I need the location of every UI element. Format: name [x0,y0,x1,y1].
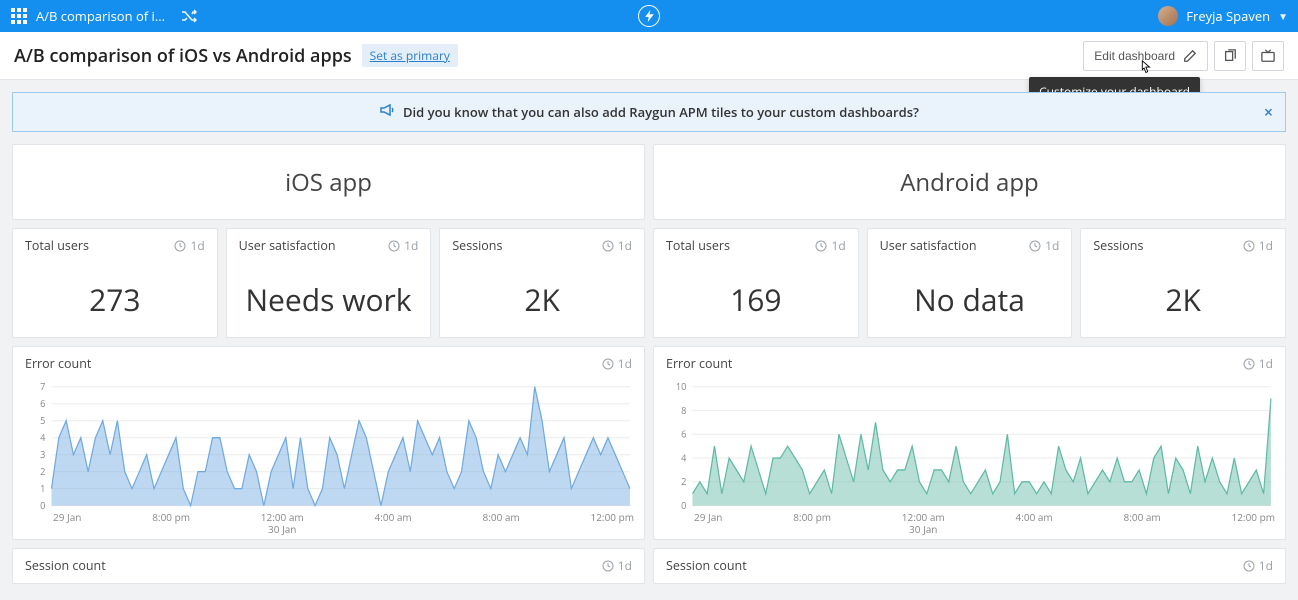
ios-sessions-tile[interactable]: Sessions 1d 2K [439,228,645,338]
svg-text:4: 4 [40,431,46,445]
chart-title: Error count [666,355,732,372]
ios-heading: iOS app [285,166,372,199]
period-label: 1d [1045,237,1059,254]
android-error-chart-tile[interactable]: Error count 1d 0 2 4 6 8 10 29 Jan8:00 pm12:0… [653,346,1286,540]
stat-value: 169 [654,262,858,337]
stat-value: Needs work [227,262,431,337]
svg-text:0: 0 [681,498,687,512]
svg-text:8: 8 [681,403,686,417]
copy-icon [1223,49,1237,63]
ios-column: iOS app Total users 1d 273 User satisfac… [12,144,645,584]
svg-text:6: 6 [681,427,687,441]
svg-text:2: 2 [681,475,686,489]
shuffle-icon[interactable] [181,8,197,24]
stat-value: 273 [13,262,217,337]
megaphone-icon [379,102,395,122]
period-label: 1d [618,557,632,574]
clock-icon [388,240,400,252]
stat-value: 2K [440,262,644,337]
android-session-chart-tile[interactable]: Session count 1d [653,548,1286,584]
android-heading: Android app [900,166,1039,199]
bolt-logo-icon[interactable] [638,5,660,27]
period-label: 1d [1259,237,1273,254]
page-title: A/B comparison of iOS vs Android apps [14,44,352,68]
period-label: 1d [404,237,418,254]
svg-text:0: 0 [40,498,46,512]
info-banner-text: Did you know that you can also add Raygu… [403,103,919,121]
user-menu-caret-icon[interactable]: ▼ [1278,9,1288,23]
svg-text:1: 1 [40,482,45,496]
clock-icon [1029,240,1041,252]
dashboard-grid: iOS app Total users 1d 273 User satisfac… [0,132,1298,596]
stat-label: Sessions [452,237,502,254]
clock-icon [602,358,614,370]
clock-icon [815,240,827,252]
stat-value: No data [868,262,1072,337]
stat-value: 2K [1081,262,1285,337]
period-label: 1d [190,237,204,254]
stat-label: Total users [25,237,89,254]
clock-icon [602,240,614,252]
period-label: 1d [618,355,632,372]
android-heading-tile: Android app [653,144,1286,220]
pencil-icon [1183,49,1197,63]
tv-mode-button[interactable] [1252,41,1284,71]
ios-satisfaction-tile[interactable]: User satisfaction 1d Needs work [226,228,432,338]
clock-icon [1243,358,1255,370]
svg-text:6: 6 [40,397,46,411]
banner-close-button[interactable]: × [1264,101,1273,123]
ios-session-chart-tile[interactable]: Session count 1d [12,548,645,584]
ios-heading-tile: iOS app [12,144,645,220]
copy-dashboard-button[interactable] [1214,41,1246,71]
period-label: 1d [1259,355,1273,372]
clock-icon [602,560,614,572]
edit-dashboard-button[interactable]: Edit dashboard [1083,41,1208,71]
android-error-xticks: 29 Jan8:00 pm12:00 am30 Jan4:00 am8:00 a… [694,512,1275,535]
stat-label: Sessions [1093,237,1143,254]
svg-text:4: 4 [681,451,687,465]
period-label: 1d [1259,557,1273,574]
stat-label: Total users [666,237,730,254]
user-name[interactable]: Freyja Spaven [1186,7,1270,25]
ios-error-chart-tile[interactable]: Error count 1d 0 1 2 3 4 5 6 7 29 Jan8:00 pm12:… [12,346,645,540]
clock-icon [174,240,186,252]
ios-error-xticks: 29 Jan8:00 pm12:00 am30 Jan4:00 am8:00 a… [53,512,634,535]
chart-title: Session count [666,557,747,574]
svg-text:2: 2 [40,465,45,479]
titlebar: A/B comparison of iOS vs Android apps Se… [0,32,1298,80]
info-banner: Did you know that you can also add Raygu… [12,92,1286,132]
stat-label: User satisfaction [880,237,977,254]
edit-dashboard-label: Edit dashboard [1094,49,1175,63]
dashboard-grid-icon[interactable] [10,7,28,25]
ios-total-users-tile[interactable]: Total users 1d 273 [12,228,218,338]
svg-text:5: 5 [40,414,45,428]
android-total-users-tile[interactable]: Total users 1d 169 [653,228,859,338]
android-satisfaction-tile[interactable]: User satisfaction 1d No data [867,228,1073,338]
period-label: 1d [618,237,632,254]
chart-title: Error count [25,355,91,372]
period-label: 1d [831,237,845,254]
topbar-title[interactable]: A/B comparison of i… [36,7,165,25]
android-sessions-tile[interactable]: Sessions 1d 2K [1080,228,1286,338]
tv-icon [1261,49,1275,63]
svg-text:10: 10 [676,380,687,393]
svg-text:3: 3 [40,448,45,462]
chart-title: Session count [25,557,106,574]
topbar: A/B comparison of i… Freyja Spaven ▼ [0,0,1298,32]
set-as-primary-link[interactable]: Set as primary [362,44,458,67]
clock-icon [1243,560,1255,572]
svg-text:7: 7 [40,380,46,393]
avatar[interactable] [1158,6,1178,26]
clock-icon [1243,240,1255,252]
android-column: Android app Total users 1d 169 User sati… [653,144,1286,584]
stat-label: User satisfaction [239,237,336,254]
